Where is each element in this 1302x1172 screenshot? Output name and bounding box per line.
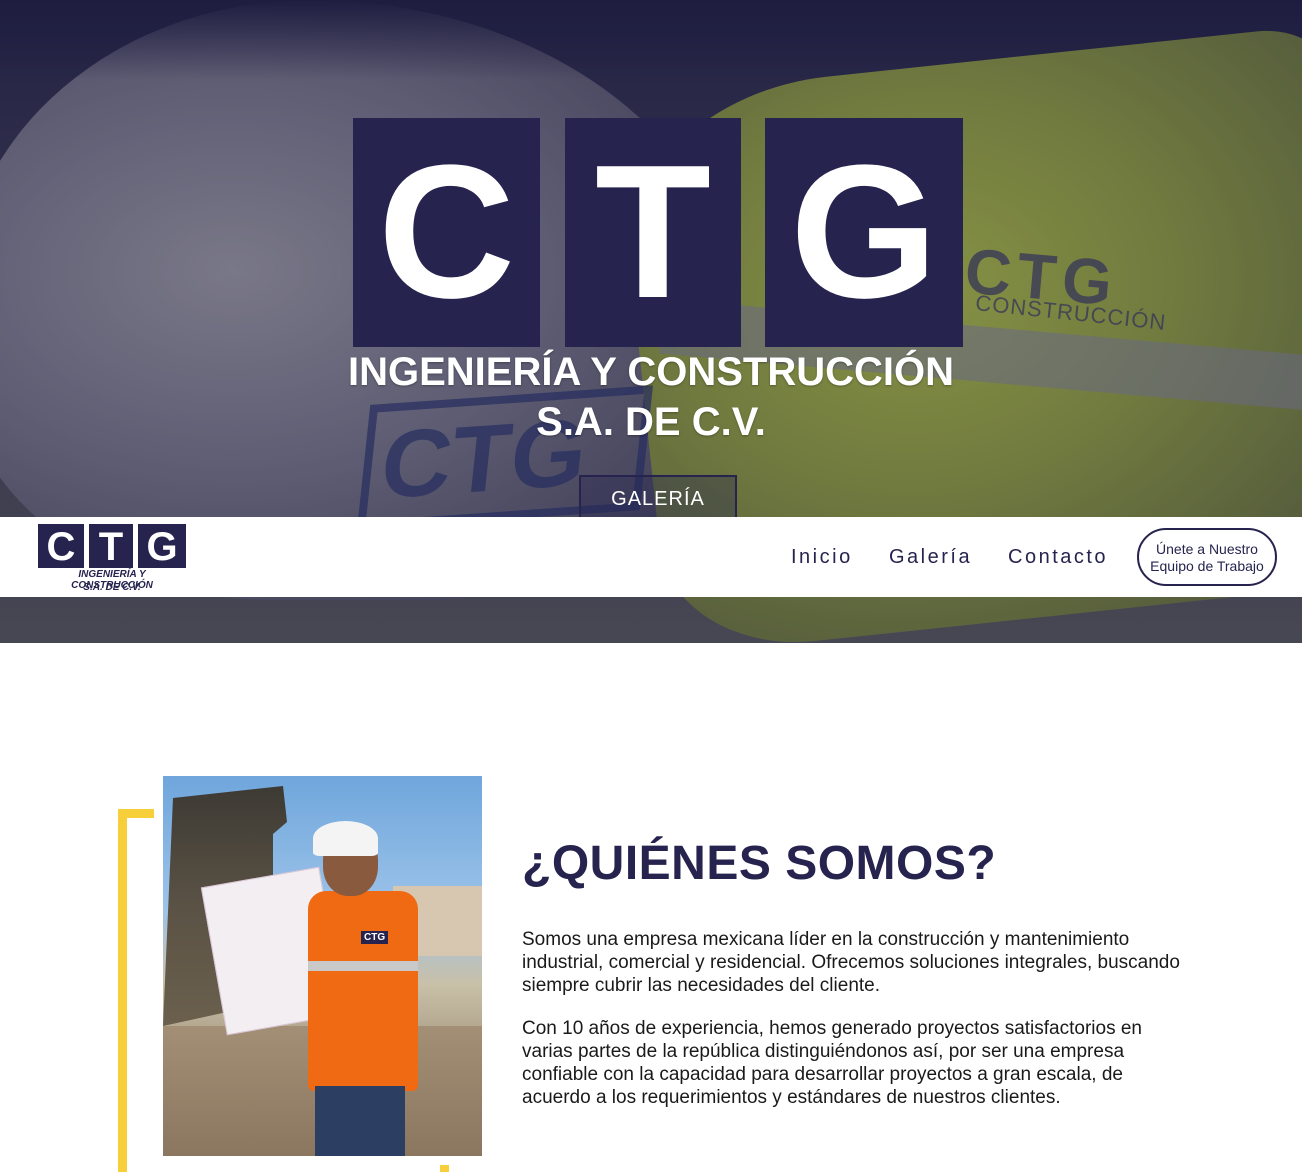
nav-logo-letter-c: C [38,524,84,569]
about-paragraph-1: Somos una empresa mexicana líder en la c… [522,929,1180,996]
about-section: CTG ¿QUIÉNES SOMOS? Somos una empresa me… [0,643,1302,1172]
join-team-label-line1: Únete a Nuestro [1156,541,1258,557]
hero-title-line1: INGENIERÍA Y CONSTRUCCIÓN [348,350,954,394]
decorative-frame-top [118,809,154,818]
nav-logo-letter-t: T [89,524,133,569]
join-team-button[interactable]: Únete a Nuestro Equipo de Trabajo [1137,528,1277,586]
about-title: ¿QUIÉNES SOMOS? [522,837,997,890]
navbar-logo[interactable]: C T G INGENIERÍA Y CONSTRUCCIÓN S.A. DE … [38,524,186,594]
nav-link-galeria[interactable]: Galería [889,546,972,569]
navbar: C T G INGENIERÍA Y CONSTRUCCIÓN S.A. DE … [0,517,1302,597]
decorative-frame-bottom [440,1165,449,1172]
logo-letter-g: G [765,118,963,347]
engineer-photo: CTG [163,776,482,1156]
hero-logo: C T G [353,118,963,347]
gallery-button[interactable]: GALERÍA [579,475,737,521]
nav-link-contacto[interactable]: Contacto [1008,546,1108,569]
hero-title-line2: S.A. DE C.V. [536,400,766,444]
about-paragraph-2: Con 10 años de experiencia, hemos genera… [522,1018,1142,1108]
nav-logo-letter-g: G [138,524,186,569]
logo-letter-t: T [565,118,741,347]
nav-link-inicio[interactable]: Inicio [791,546,853,569]
logo-letter-c: C [353,118,540,347]
nav-logo-line2: S.A. DE C.V. [83,582,141,593]
decorative-frame-left [118,809,127,1172]
join-team-label-line2: Equipo de Trabajo [1150,558,1264,574]
